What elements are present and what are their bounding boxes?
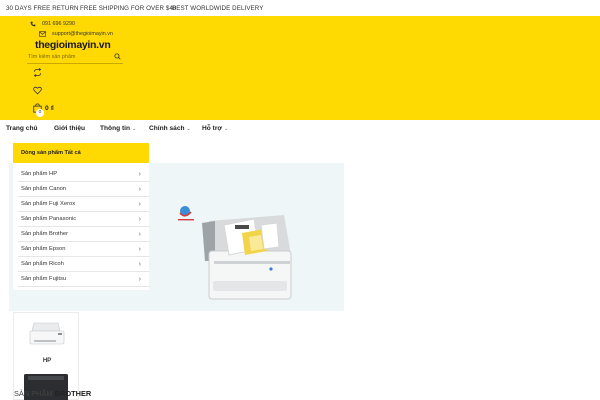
topbar-item-free-shipping: FREE SHIPPING FOR OVER $40 <box>80 5 177 12</box>
category-item-fujitsu[interactable]: Sản phẩm Fujitsu › <box>18 272 149 287</box>
nav-item-label: Trang chủ <box>6 125 38 132</box>
section-title: SẢN PHẨM BROTHER <box>14 389 91 398</box>
chevron-down-icon: ⌄ <box>186 125 191 132</box>
category-item-label: Sản phẩm Canon <box>21 186 67 192</box>
category-heading: Dòng sản phẩm Tất cả <box>13 143 149 163</box>
search-icon[interactable] <box>114 53 121 60</box>
chevron-down-icon: ⌄ <box>132 125 137 132</box>
product-name: HP <box>42 358 52 364</box>
phone-number: 091 696 9290 <box>42 21 75 27</box>
nav-item-label: Hỗ trợ <box>202 125 223 132</box>
chevron-down-icon: ⌄ <box>224 125 229 132</box>
chevron-right-icon: › <box>138 231 141 238</box>
chevron-right-icon: › <box>138 276 141 283</box>
category-item-label: Sản phẩm Fujitsu <box>21 276 67 282</box>
category-item-label: Sản phẩm Brother <box>21 231 69 237</box>
compare-icon[interactable] <box>33 68 42 77</box>
email-address: support@thegioimayin.vn <box>52 31 113 37</box>
cart-total: 0 ₫ <box>45 104 54 112</box>
category-item-canon[interactable]: Sản phẩm Canon › <box>18 182 149 197</box>
category-item-label: Sản phẩm HP <box>21 171 58 177</box>
product-card-hp[interactable]: HP <box>13 312 79 400</box>
category-item-label: Sản phẩm Panasonic <box>21 216 77 222</box>
search-input[interactable] <box>28 52 110 62</box>
category-item-brother[interactable]: Sản phẩm Brother › <box>18 227 149 242</box>
nav-item-policy[interactable]: Chính sách ⌄ <box>149 125 191 132</box>
email-contact[interactable]: support@thegioimayin.vn <box>39 31 113 37</box>
brand-mark-icon <box>178 206 194 221</box>
top-bar: 30 DAYS FREE RETURN FREE SHIPPING FOR OV… <box>0 0 600 16</box>
nav-item-about[interactable]: Giới thiệu <box>54 125 85 132</box>
topbar-item-free-return: 30 DAYS FREE RETURN <box>6 5 79 12</box>
phone-contact[interactable]: 091 696 9290 <box>30 21 75 27</box>
cart-count-badge: 0 <box>36 109 44 117</box>
site-header: 091 696 9290 support@thegioimayin.vn the… <box>0 16 600 120</box>
search-box <box>27 51 123 64</box>
envelope-icon <box>39 31 46 37</box>
chevron-right-icon: › <box>138 201 141 208</box>
category-item-hp[interactable]: Sản phẩm HP › <box>18 167 149 182</box>
nav-item-support[interactable]: Hỗ trợ ⌄ <box>202 125 228 132</box>
topbar-item-delivery: BEST WORLDWIDE DELIVERY <box>172 5 264 12</box>
nav-item-info[interactable]: Thông tin ⌄ <box>100 125 136 132</box>
category-item-ricoh[interactable]: Sản phẩm Ricoh › <box>18 257 149 272</box>
nav-item-label: Thông tin <box>100 125 131 132</box>
nav-item-label: Giới thiệu <box>54 125 86 132</box>
category-item-label: Sản phẩm Epson <box>21 246 66 252</box>
category-panel: Dòng sản phẩm Tất cả Sản phẩm HP › Sản ph… <box>13 143 149 290</box>
main-nav: Trang chủ Giới thiệu Thông tin ⌄ Chính sá… <box>0 120 600 140</box>
nav-item-home[interactable]: Trang chủ <box>6 125 38 132</box>
category-item-panasonic[interactable]: Sản phẩm Panasonic › <box>18 212 149 227</box>
section-title-brand: BROTHER <box>54 389 92 398</box>
category-item-epson[interactable]: Sản phẩm Epson › <box>18 242 149 257</box>
nav-item-label: Chính sách <box>149 125 185 132</box>
printer-image <box>24 322 68 400</box>
chevron-right-icon: › <box>138 186 141 193</box>
category-item-label: Sản phẩm Ricoh <box>21 261 64 267</box>
section-title-prefix: SẢN PHẨM <box>14 389 53 398</box>
category-item-label: Sản phẩm Fuji Xerox <box>21 201 76 207</box>
phone-icon <box>30 21 36 27</box>
chevron-right-icon: › <box>138 171 141 178</box>
chevron-right-icon: › <box>138 261 141 268</box>
site-logo[interactable]: thegioimayin.vn <box>35 39 111 51</box>
category-item-fuji-xerox[interactable]: Sản phẩm Fuji Xerox › <box>18 197 149 212</box>
chevron-right-icon: › <box>138 216 141 223</box>
chevron-right-icon: › <box>138 246 141 253</box>
heart-icon[interactable] <box>33 86 42 95</box>
